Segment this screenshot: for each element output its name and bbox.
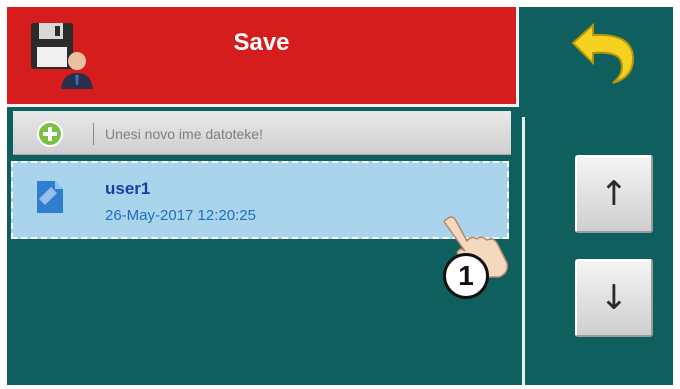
new-file-row[interactable]	[13, 111, 511, 155]
new-filename-input[interactable]	[105, 123, 485, 145]
scroll-down-button[interactable]: ↓	[575, 259, 653, 337]
back-arrow-icon	[571, 22, 635, 84]
arrow-up-icon: ↑	[599, 174, 629, 214]
file-name: user1	[105, 179, 151, 198]
file-list-item[interactable]: user1 26-May-2017 12:20:25	[11, 161, 509, 239]
header-bar: Save	[7, 7, 519, 107]
save-screen: Save user1 26-May-2017 12:20:25 ↑ ↓ 1	[7, 7, 673, 385]
back-button[interactable]	[567, 21, 643, 87]
list-scroll-divider	[522, 117, 525, 385]
scroll-up-button[interactable]: ↑	[575, 155, 653, 233]
file-icon	[37, 181, 63, 213]
separator	[93, 123, 94, 145]
arrow-down-icon: ↓	[599, 278, 629, 318]
plus-icon[interactable]	[37, 121, 63, 147]
callout-number: 1	[443, 253, 489, 299]
page-title: Save	[233, 29, 290, 56]
file-date: 26-May-2017 12:20:25	[105, 207, 256, 224]
